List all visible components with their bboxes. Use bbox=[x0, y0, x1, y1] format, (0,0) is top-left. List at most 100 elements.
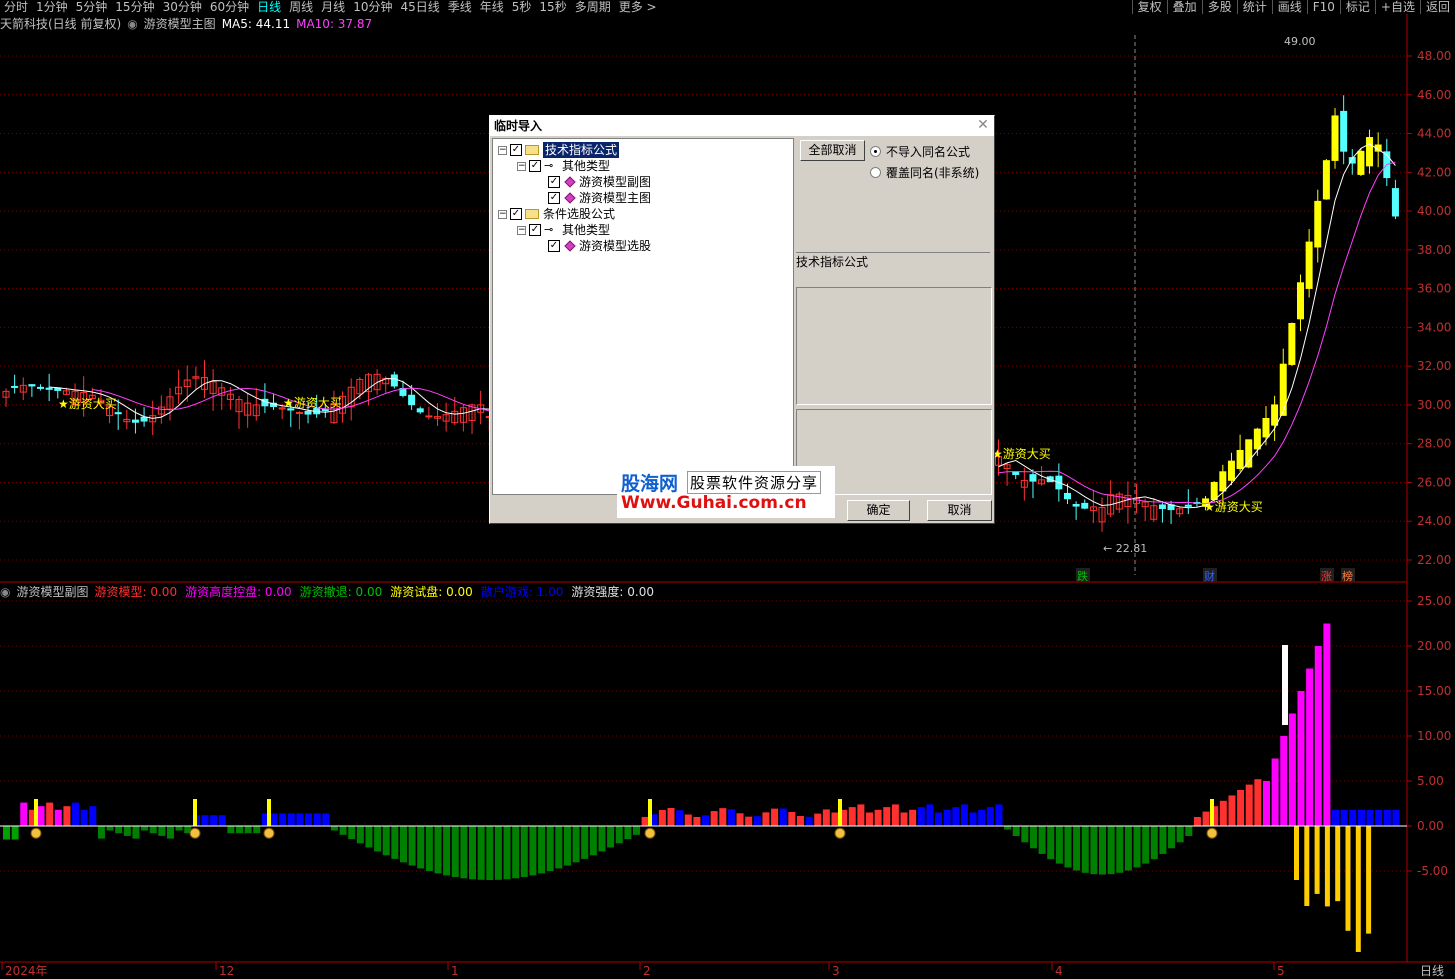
checkbox[interactable]: ✓ bbox=[548, 192, 560, 204]
cancel-all-button[interactable]: 全部取消 bbox=[800, 140, 865, 161]
tree-node-1[interactable]: − ✓ ⊸ 其他类型 bbox=[517, 158, 610, 174]
indicator-bar bbox=[503, 826, 511, 880]
candle-body bbox=[1322, 160, 1330, 200]
candle-body bbox=[1063, 492, 1071, 500]
tool-button-1[interactable]: 叠加 bbox=[1166, 0, 1202, 14]
indicator-bar bbox=[1168, 826, 1176, 849]
indicator-bar bbox=[1107, 826, 1115, 875]
indicator-bar bbox=[1237, 790, 1245, 826]
indicator-bar bbox=[72, 802, 80, 826]
candle-body bbox=[382, 377, 390, 385]
tool-button-0[interactable]: 复权 bbox=[1131, 0, 1167, 14]
tree-node-4[interactable]: − ✓ 条件选股公式 bbox=[498, 206, 615, 222]
tree-node-6[interactable]: ✓ 游资模型选股 bbox=[536, 238, 651, 254]
period-tab-11[interactable]: 季线 bbox=[444, 0, 476, 14]
period-tab-13[interactable]: 5秒 bbox=[508, 0, 536, 14]
period-tab-15[interactable]: 多周期 bbox=[571, 0, 615, 14]
candle-body bbox=[1271, 404, 1279, 426]
period-tab-16[interactable]: 更多 > bbox=[615, 0, 661, 14]
period-tab-2[interactable]: 5分钟 bbox=[72, 0, 112, 14]
checkbox[interactable]: ✓ bbox=[529, 160, 541, 172]
tree-node-0[interactable]: − ✓ 技术指标公式 bbox=[498, 142, 620, 158]
indicator-bar bbox=[408, 826, 416, 866]
indicator-bar bbox=[1021, 826, 1029, 843]
tool-button-7[interactable]: +自选 bbox=[1374, 0, 1420, 14]
tool-button-2[interactable]: 多股 bbox=[1201, 0, 1237, 14]
ok-button[interactable]: 确定 bbox=[847, 500, 910, 521]
period-tab-4[interactable]: 30分钟 bbox=[159, 0, 206, 14]
period-tab-8[interactable]: 月线 bbox=[317, 0, 349, 14]
cancel-button[interactable]: 取消 bbox=[927, 500, 992, 521]
formula-tree[interactable]: − ✓ 技术指标公式 − ✓ ⊸ 其他类型 ✓ 游资模型副图 ✓ 游资模型主图 − ✓ 条件选股公式 − ✓ ⊸… bbox=[492, 138, 794, 495]
period-tab-12[interactable]: 年线 bbox=[476, 0, 508, 14]
tree-node-5[interactable]: − ✓ ⊸ 其他类型 bbox=[517, 222, 610, 238]
candle-body bbox=[1098, 506, 1106, 523]
candle-body bbox=[1081, 502, 1089, 509]
period-tab-10[interactable]: 45日线 bbox=[396, 0, 443, 14]
indicator-bar bbox=[598, 826, 606, 852]
indicator-bar bbox=[1012, 826, 1020, 837]
checkbox[interactable]: ✓ bbox=[548, 176, 560, 188]
indicator-bar bbox=[1219, 800, 1227, 826]
indicator-bar bbox=[391, 826, 399, 859]
indicator-bar bbox=[1211, 806, 1219, 826]
candle-body bbox=[1184, 504, 1192, 507]
checkbox[interactable]: ✓ bbox=[548, 240, 560, 252]
collapse-icon[interactable]: − bbox=[498, 209, 507, 219]
radio-overwrite[interactable]: 覆盖同名(非系统) bbox=[870, 164, 979, 181]
checkbox[interactable]: ✓ bbox=[529, 224, 541, 236]
tool-button-5[interactable]: F10 bbox=[1306, 0, 1340, 14]
sub-dropdown-icon[interactable]: ◉ bbox=[0, 584, 10, 600]
candle-body bbox=[244, 402, 252, 416]
folder-icon bbox=[525, 209, 539, 219]
money-bag-icon bbox=[30, 827, 42, 839]
tool-button-8[interactable]: 返回 bbox=[1419, 0, 1455, 14]
period-tab-9[interactable]: 10分钟 bbox=[349, 0, 396, 14]
close-icon[interactable]: ✕ bbox=[976, 118, 990, 132]
watermark-slogan: 股票软件资源分享 bbox=[687, 471, 822, 494]
collapse-icon[interactable]: − bbox=[517, 161, 526, 171]
period-tab-0[interactable]: 分时 bbox=[0, 0, 32, 14]
tool-button-6[interactable]: 标记 bbox=[1339, 0, 1375, 14]
tool-button-4[interactable]: 画线 bbox=[1271, 0, 1307, 14]
checkbox[interactable]: ✓ bbox=[510, 144, 522, 156]
indicator-name[interactable]: 游资模型主图 bbox=[144, 16, 216, 32]
tree-node-3[interactable]: ✓ 游资模型主图 bbox=[536, 190, 651, 206]
indicator-bar bbox=[89, 806, 97, 826]
candle-body bbox=[1236, 449, 1244, 470]
period-tab-3[interactable]: 15分钟 bbox=[111, 0, 158, 14]
radio-no-import[interactable]: 不导入同名公式 bbox=[870, 143, 970, 160]
candle-body bbox=[183, 379, 191, 388]
collapse-icon[interactable]: − bbox=[517, 225, 526, 235]
indicator-bar bbox=[477, 826, 485, 880]
candle-body bbox=[468, 404, 476, 421]
watermark: 股海网 股票软件资源分享 Www.Guhai.com.cn bbox=[617, 466, 835, 518]
period-tab-1[interactable]: 1分钟 bbox=[32, 0, 72, 14]
period-tab-5[interactable]: 60分钟 bbox=[206, 0, 253, 14]
tool-button-3[interactable]: 统计 bbox=[1236, 0, 1272, 14]
collapse-icon[interactable]: − bbox=[498, 145, 507, 155]
event-tag-bg bbox=[1076, 568, 1090, 582]
y-tick-label: 10.00 bbox=[1417, 729, 1451, 743]
tree-node-2[interactable]: ✓ 游资模型副图 bbox=[536, 174, 651, 190]
indicator-bar bbox=[952, 807, 960, 826]
candle-body bbox=[1383, 151, 1391, 179]
ma10-value: MA10: 37.87 bbox=[296, 17, 373, 31]
period-tab-6[interactable]: 日线 bbox=[253, 0, 285, 14]
stock-title[interactable]: 天箭科技(日线 前复权) bbox=[0, 16, 121, 32]
event-tag: 跌 bbox=[1077, 569, 1088, 583]
probe-bar bbox=[193, 799, 197, 826]
event-tag: 财 bbox=[1204, 569, 1215, 583]
sub-indicator-name[interactable]: 游资模型副图 bbox=[16, 584, 88, 600]
period-tab-7[interactable]: 周线 bbox=[285, 0, 317, 14]
candle-body bbox=[192, 376, 200, 379]
period-tab-14[interactable]: 15秒 bbox=[535, 0, 570, 14]
indicator-bar bbox=[1357, 809, 1365, 826]
indicator-dropdown-icon[interactable]: ◉ bbox=[127, 16, 137, 32]
event-tag: 涨 bbox=[1321, 570, 1332, 583]
indicator-bar bbox=[494, 826, 502, 880]
checkbox[interactable]: ✓ bbox=[510, 208, 522, 220]
candle-body bbox=[1245, 439, 1253, 468]
candle-body bbox=[295, 411, 303, 414]
indicator-bar bbox=[986, 807, 994, 826]
